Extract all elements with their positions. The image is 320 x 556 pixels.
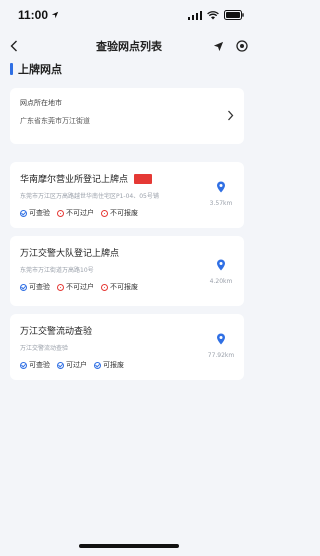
location-arrow-icon	[51, 11, 59, 19]
tag-label: 不可过户	[66, 283, 94, 291]
tag-transfer: 不可过户	[57, 208, 94, 218]
tag-scrap: 不可报废	[101, 282, 138, 292]
tag-label: 可查验	[29, 209, 50, 217]
tag-inspect: 可查验	[20, 360, 50, 370]
distance-box: 3.57km	[206, 178, 236, 207]
distance-box: 4.20km	[206, 256, 236, 285]
wifi-icon	[207, 10, 219, 19]
prohibit-circle-icon	[57, 209, 64, 217]
chevron-right-icon	[228, 110, 234, 121]
map-pin-icon	[217, 181, 225, 193]
signal-icon	[188, 10, 202, 20]
tag-label: 不可报废	[110, 209, 138, 217]
map-pin-icon	[217, 333, 225, 345]
home-indicator	[79, 544, 179, 548]
site-name: 万江交警流动查验	[20, 327, 93, 337]
status-bar: 11:00	[0, 0, 258, 30]
site-name-row: 华南摩尔营业所登记上牌点	[20, 172, 234, 185]
site-card[interactable]: 华南摩尔营业所登记上牌点 东莞市万江区万高路越世华南住宅区P1-04、05号铺 …	[10, 162, 244, 228]
tag-label: 可过户	[66, 361, 87, 369]
section-title: 上牌网点	[18, 63, 62, 76]
map-pin-icon	[217, 259, 225, 271]
site-name: 华南摩尔营业所登记上牌点	[20, 175, 129, 185]
distance-box: 77.92km	[206, 330, 236, 359]
site-address: 东莞市万江街道万高路10号	[20, 267, 94, 274]
check-circle-icon	[94, 361, 101, 369]
site-address: 东莞市万江区万高路越世华南住宅区P1-04、05号铺	[20, 193, 159, 200]
city-selector[interactable]: 网点所在地市 广东省东莞市万江街道	[10, 88, 244, 144]
site-tags: 可查验 可过户 可报废	[20, 360, 234, 370]
site-tags: 可查验 不可过户 不可报废	[20, 208, 234, 218]
check-circle-icon	[57, 361, 64, 369]
tag-scrap: 可报废	[94, 360, 124, 370]
section-header: 上牌网点	[10, 60, 62, 78]
site-name: 万江交警大队登记上牌点	[20, 249, 120, 259]
section-accent-bar	[10, 63, 13, 75]
tag-transfer: 可过户	[57, 360, 87, 370]
status-time: 11:00	[18, 8, 49, 22]
chevron-left-icon	[10, 40, 17, 52]
tag-label: 可查验	[29, 361, 50, 369]
tag-label: 不可过户	[66, 209, 94, 217]
site-card[interactable]: 万江交警大队登记上牌点 东莞市万江街道万高路10号 可查验 不可过户 不可报废 …	[10, 236, 244, 306]
tag-inspect: 可查验	[20, 282, 50, 292]
prohibit-circle-icon	[57, 283, 64, 291]
site-tags: 可查验 不可过户 不可报废	[20, 282, 234, 292]
status-icons	[188, 10, 244, 20]
site-badge	[134, 173, 153, 184]
check-circle-icon	[20, 209, 27, 217]
tag-label: 不可报废	[110, 283, 138, 291]
nav-bar: 查验网点列表	[0, 32, 258, 60]
navigation-icon[interactable]	[213, 41, 224, 52]
tag-transfer: 不可过户	[57, 282, 94, 292]
back-button[interactable]	[10, 40, 18, 52]
nav-actions	[213, 40, 248, 52]
site-card[interactable]: 万江交警流动查验 万江交警流动查验 可查验 可过户 可报废 77.92km	[10, 314, 244, 380]
site-name-row: 万江交警大队登记上牌点	[20, 246, 234, 259]
site-name-row: 万江交警流动查验	[20, 324, 234, 337]
city-label: 网点所在地市	[20, 99, 62, 107]
tag-scrap: 不可报废	[101, 208, 138, 218]
target-icon[interactable]	[236, 40, 248, 52]
tag-label: 可查验	[29, 283, 50, 291]
status-time-group: 11:00	[18, 8, 59, 22]
tag-label: 可报废	[103, 361, 124, 369]
prohibit-circle-icon	[101, 209, 108, 217]
site-address: 万江交警流动查验	[20, 345, 69, 352]
site-distance: 3.57km	[209, 200, 233, 207]
site-distance: 77.92km	[207, 352, 235, 359]
check-circle-icon	[20, 361, 27, 369]
battery-icon	[224, 10, 244, 20]
site-distance: 4.20km	[209, 278, 233, 285]
check-circle-icon	[20, 283, 27, 291]
city-value: 广东省东莞市万江街道	[20, 117, 90, 125]
tag-inspect: 可查验	[20, 208, 50, 218]
prohibit-circle-icon	[101, 283, 108, 291]
